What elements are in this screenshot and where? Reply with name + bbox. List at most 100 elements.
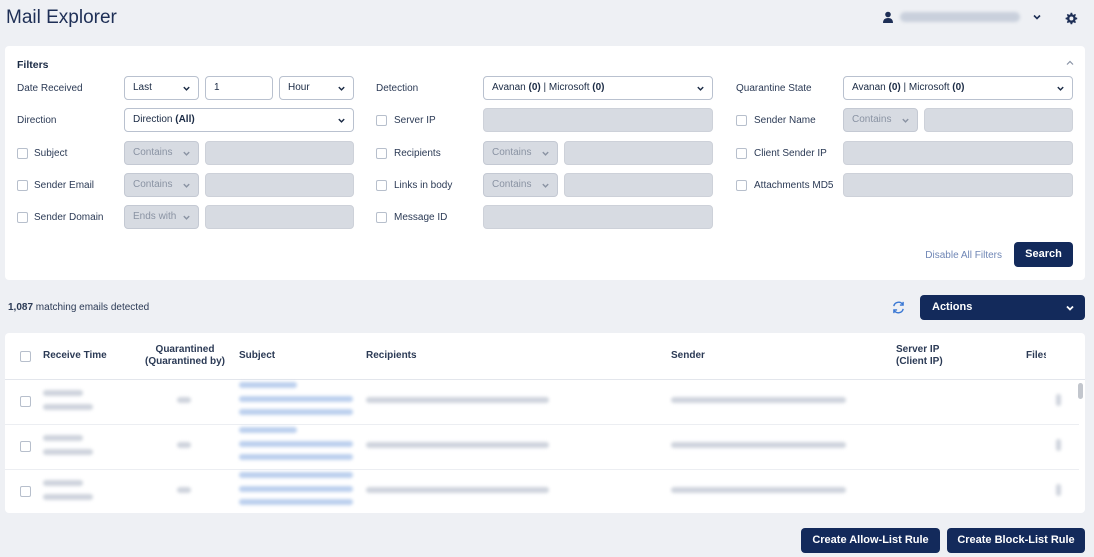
create-block-list-rule-button[interactable]: Create Block-List Rule [947, 528, 1085, 553]
user-icon [883, 11, 893, 23]
sender-name-op-value: Contains [852, 114, 892, 125]
row-checkbox[interactable] [20, 396, 31, 407]
chevron-down-icon [1066, 305, 1074, 311]
chevron-down-icon [183, 215, 190, 220]
recipients-op-select[interactable]: Contains [483, 141, 558, 165]
links-in-body-op-select[interactable]: Contains [483, 173, 558, 197]
sender-name-op-select[interactable]: Contains [843, 108, 918, 132]
receive-time-value [43, 480, 83, 486]
message-id-label: Message ID [394, 212, 448, 223]
server-ip-input[interactable] [483, 108, 713, 132]
table-row[interactable] [5, 425, 1079, 470]
subject-op-select[interactable]: Contains [124, 141, 199, 165]
links-in-body-op-value: Contains [492, 179, 532, 190]
filters-panel: Filters Date Received Last 1 Hour Detect… [5, 46, 1085, 280]
create-allow-list-rule-button[interactable]: Create Allow-List Rule [801, 528, 940, 553]
subject-label: Subject [34, 148, 68, 159]
sender-name-input[interactable] [924, 108, 1073, 132]
column-quarantined[interactable]: Quarantined (Quarantined by) [137, 344, 233, 368]
client-sender-ip-checkbox[interactable] [736, 148, 747, 159]
subject-link[interactable] [239, 382, 297, 388]
subject-link[interactable] [239, 472, 353, 478]
links-in-body-input[interactable] [564, 173, 713, 197]
select-all-checkbox[interactable] [20, 351, 31, 362]
subject-checkbox[interactable] [17, 148, 28, 159]
detection-avanan: Avanan [492, 82, 529, 93]
subject-link[interactable] [239, 427, 297, 433]
links-in-body-label: Links in body [394, 180, 453, 191]
sender-email-label: Sender Email [34, 180, 95, 191]
date-unit-value: Hour [288, 82, 310, 93]
subject-line [239, 486, 353, 492]
table-row[interactable] [5, 470, 1079, 513]
column-files[interactable]: Files [1026, 350, 1046, 362]
date-unit-select[interactable]: Hour [279, 76, 354, 100]
refresh-icon[interactable] [891, 300, 906, 315]
receive-date-value [43, 449, 93, 455]
table-scrollbar[interactable] [1078, 383, 1083, 399]
attachments-md5-input[interactable] [843, 173, 1073, 197]
app-header: Mail Explorer [0, 0, 1094, 40]
sender-email-input[interactable] [205, 173, 354, 197]
row-checkbox[interactable] [20, 486, 31, 497]
direction-select[interactable]: Direction (All) [124, 108, 354, 132]
disable-all-filters-link[interactable]: Disable All Filters [925, 250, 1002, 261]
quarantine-avanan-count: (0) [888, 82, 901, 93]
sender-email-op-select[interactable]: Contains [124, 173, 199, 197]
column-receive-time[interactable]: Receive Time [43, 350, 107, 362]
detection-avanan-count: (0) [528, 82, 541, 93]
date-mode-select[interactable]: Last [124, 76, 199, 100]
chevron-down-icon[interactable] [1032, 12, 1042, 22]
recipients-input[interactable] [564, 141, 713, 165]
chevron-up-icon[interactable] [1065, 58, 1075, 68]
client-sender-ip-input[interactable] [843, 141, 1073, 165]
quarantined-value [177, 397, 191, 403]
chevron-down-icon [183, 183, 190, 188]
server-ip-checkbox[interactable] [376, 115, 387, 126]
column-subject[interactable]: Subject [239, 350, 275, 362]
subject-line [239, 454, 353, 460]
subject-line [239, 396, 353, 402]
direction-label: Direction [17, 115, 57, 126]
search-button[interactable]: Search [1014, 242, 1073, 267]
column-recipients[interactable]: Recipients [366, 350, 417, 362]
column-sender[interactable]: Sender [671, 350, 705, 362]
results-count-text: matching emails detected [33, 302, 150, 313]
links-in-body-checkbox[interactable] [376, 180, 387, 191]
recipients-checkbox[interactable] [376, 148, 387, 159]
quarantine-state-select[interactable]: Avanan (0) | Microsoft (0) [843, 76, 1073, 100]
detection-select[interactable]: Avanan (0) | Microsoft (0) [483, 76, 713, 100]
date-amount-input[interactable]: 1 [205, 76, 273, 100]
sender-value [671, 397, 846, 403]
actions-label: Actions [932, 301, 973, 313]
sender-name-checkbox[interactable] [736, 115, 747, 126]
subject-input[interactable] [205, 141, 354, 165]
quarantined-value [177, 442, 191, 448]
sender-value [671, 442, 846, 448]
message-id-input[interactable] [483, 205, 713, 229]
sender-domain-input[interactable] [205, 205, 354, 229]
message-id-checkbox[interactable] [376, 212, 387, 223]
sender-email-checkbox[interactable] [17, 180, 28, 191]
chevron-down-icon [902, 118, 909, 123]
actions-dropdown[interactable]: Actions [920, 295, 1085, 320]
file-icon [1056, 484, 1061, 496]
subject-line [239, 499, 353, 505]
gear-icon[interactable] [1064, 12, 1078, 26]
attachments-md5-label: Attachments MD5 [754, 180, 834, 191]
recipient-value [366, 487, 549, 493]
sender-domain-op-select[interactable]: Ends with [124, 205, 199, 229]
table-row[interactable] [5, 380, 1079, 425]
attachments-md5-checkbox[interactable] [736, 180, 747, 191]
results-count: 1,087 matching emails detected [8, 302, 149, 313]
sender-domain-op-value: Ends with [133, 211, 177, 222]
quarantine-state-label: Quarantine State [736, 83, 812, 94]
column-server-ip[interactable]: Server IP (Client IP) [896, 344, 943, 368]
sender-domain-checkbox[interactable] [17, 212, 28, 223]
date-mode-value: Last [133, 82, 152, 93]
detection-microsoft-count: (0) [592, 82, 605, 93]
client-sender-ip-label: Client Sender IP [754, 148, 827, 159]
row-checkbox[interactable] [20, 441, 31, 452]
chevron-down-icon [183, 86, 190, 91]
user-menu[interactable] [882, 11, 1042, 23]
